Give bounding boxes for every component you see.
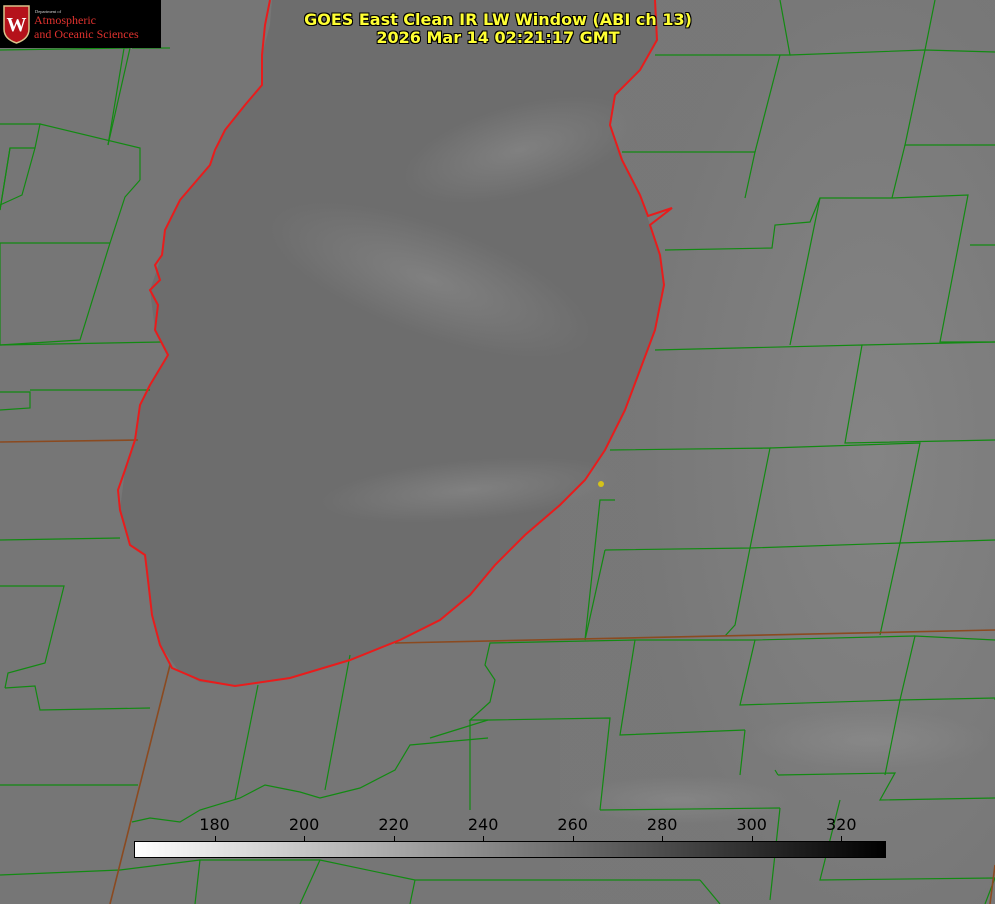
colorbar-tick-label: 240 xyxy=(467,815,499,834)
colorbar-tick-mark xyxy=(214,836,216,841)
colorbar-tick-label: 180 xyxy=(199,815,230,834)
colorbar-tick-mark xyxy=(393,836,395,841)
location-marker xyxy=(598,481,604,487)
image-title: GOES East Clean IR LW Window (ABI ch 13)… xyxy=(248,11,748,47)
product-title: GOES East Clean IR LW Window (ABI ch 13) xyxy=(304,10,692,29)
colorbar-tick-mark xyxy=(662,836,664,841)
colorbar-tick-mark xyxy=(483,836,485,841)
colorbar-tick-mark xyxy=(841,836,843,841)
logo-title-line2: and Oceanic Sciences xyxy=(34,27,139,41)
colorbar-tick-mark xyxy=(304,836,306,841)
logo-seal-letter: W xyxy=(7,14,27,36)
satellite-map xyxy=(0,0,995,904)
colorbar-tick-label: 260 xyxy=(557,815,588,834)
colorbar-tick-label: 200 xyxy=(288,815,320,834)
colorbar-tick-mark xyxy=(572,836,574,841)
uw-aos-logo: W Department of Atmospheric and Oceanic … xyxy=(0,0,161,48)
cloud-streak xyxy=(750,710,990,770)
colorbar-tick-mark xyxy=(751,836,753,841)
colorbar-tick-label: 280 xyxy=(646,815,678,834)
colorbar-tick-label: 320 xyxy=(825,815,857,834)
logo-title-line1: Atmospheric xyxy=(34,13,96,27)
colorbar-tick-label: 300 xyxy=(736,815,767,834)
temperature-colorbar xyxy=(134,841,886,858)
timestamp: 2026 Mar 14 02:21:17 GMT xyxy=(376,28,620,47)
satellite-image-viewer: W Department of Atmospheric and Oceanic … xyxy=(0,0,995,904)
university-seal-icon: W xyxy=(3,5,30,44)
colorbar-tick-label: 220 xyxy=(378,815,409,834)
